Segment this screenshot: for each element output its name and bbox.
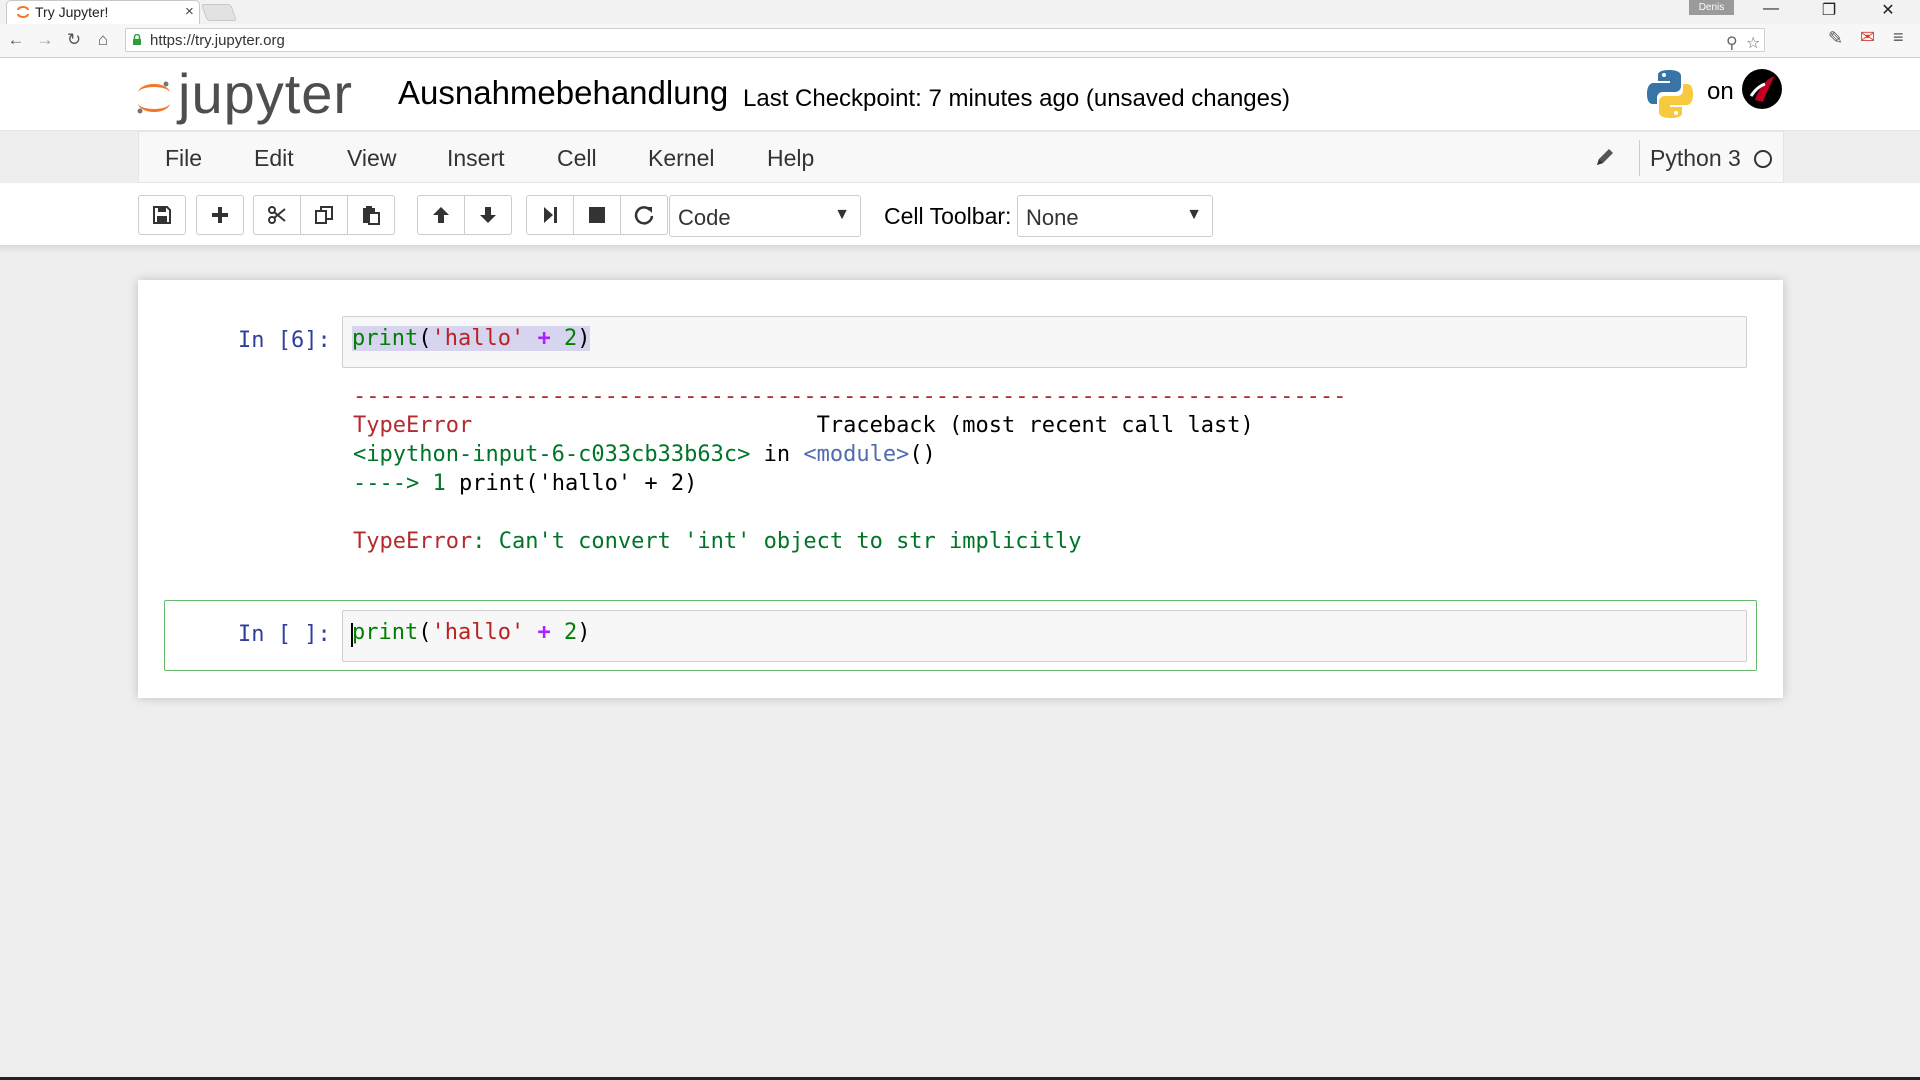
restart-button[interactable] — [620, 195, 668, 235]
cell-type-value: Code — [678, 205, 731, 230]
notebook-header: jupyter Ausnahmebehandlung Last Checkpoi… — [0, 58, 1920, 131]
new-tab-button[interactable] — [200, 4, 238, 21]
edit-pencil-icon[interactable] — [1594, 146, 1616, 168]
back-icon[interactable]: ← — [6, 30, 26, 50]
code-line: print('hallo' + 2) — [352, 620, 591, 645]
save-group — [138, 195, 186, 235]
run-button[interactable] — [526, 195, 574, 235]
main-toolbar: Code ▼ Cell Toolbar: None ▼ — [0, 183, 1920, 245]
on-label: on — [1707, 78, 1734, 105]
browser-menu-icon[interactable]: ≡ — [1893, 27, 1904, 48]
menu-insert[interactable]: Insert — [447, 145, 505, 172]
save-icon — [153, 206, 171, 224]
minimize-icon[interactable]: — — [1756, 0, 1786, 18]
run-group — [526, 195, 668, 235]
cell-prompt: In [ ]: — [238, 622, 331, 647]
forward-icon[interactable]: → — [35, 30, 55, 50]
menubar: File Edit View Insert Cell Kernel Help P… — [138, 131, 1784, 183]
menu-view[interactable]: View — [347, 145, 396, 172]
move-group — [417, 195, 512, 235]
jupyter-favicon-icon — [17, 6, 29, 18]
arrow-down-icon — [480, 207, 496, 223]
address-bar-row: ← → ↻ ⌂ https://try.jupyter.org ⚲ ☆ ✎ ✉ … — [0, 24, 1920, 58]
browser-tab[interactable]: Try Jupyter! × — [6, 0, 200, 24]
menu-edit[interactable]: Edit — [254, 145, 294, 172]
cut-icon — [268, 206, 286, 224]
bookmark-star-icon[interactable]: ☆ — [1746, 33, 1760, 53]
copy-icon — [315, 206, 333, 224]
kernel-status-icon — [1754, 150, 1772, 168]
restore-icon[interactable]: ❐ — [1814, 0, 1844, 20]
header-shadow — [0, 245, 1920, 253]
move-up-button[interactable] — [417, 195, 465, 235]
lock-icon — [133, 34, 141, 45]
notebook-title[interactable]: Ausnahmebehandlung — [398, 74, 728, 112]
copy-button[interactable] — [300, 195, 348, 235]
paste-button[interactable] — [347, 195, 395, 235]
menu-help[interactable]: Help — [767, 145, 814, 172]
cell-toolbar-value: None — [1026, 205, 1079, 230]
menu-kernel[interactable]: Kernel — [648, 145, 714, 172]
text-cursor — [351, 623, 353, 647]
jupyter-logo[interactable]: jupyter — [134, 62, 374, 125]
plus-icon — [212, 207, 228, 223]
cell-toolbar-label: Cell Toolbar: — [884, 203, 1012, 229]
zoom-icon[interactable]: ⚲ — [1726, 33, 1738, 53]
reload-icon[interactable]: ↻ — [64, 30, 84, 50]
code-line: print('hallo' + 2) — [352, 326, 591, 351]
menu-file[interactable]: File — [165, 145, 202, 172]
rackspace-logo-icon — [1742, 69, 1782, 109]
tab-title: Try Jupyter! — [35, 4, 109, 20]
gmail-icon[interactable]: ✉ — [1860, 27, 1875, 48]
move-down-button[interactable] — [464, 195, 512, 235]
url-text: https://try.jupyter.org — [150, 32, 285, 49]
logo-text: jupyter — [178, 62, 354, 125]
code-cell-input[interactable]: print('hallo' + 2) — [342, 316, 1747, 368]
close-window-icon[interactable]: ✕ — [1873, 0, 1903, 20]
cut-button[interactable] — [253, 195, 301, 235]
cell-toolbar-select[interactable]: None ▼ — [1017, 195, 1213, 237]
restart-icon — [634, 206, 654, 225]
kernel-name: Python 3 — [1650, 145, 1741, 171]
error-output: ----------------------------------------… — [353, 384, 1347, 554]
chevron-down-icon: ▼ — [834, 206, 850, 223]
cell-type-select[interactable]: Code ▼ — [669, 195, 861, 237]
tab-close-icon[interactable]: × — [185, 3, 194, 20]
kernel-divider — [1639, 140, 1640, 176]
step-forward-icon — [544, 207, 557, 223]
code-cell-input[interactable]: print('hallo' + 2) — [342, 610, 1747, 662]
paste-icon — [363, 206, 380, 225]
interrupt-button[interactable] — [573, 195, 621, 235]
insert-cell-button[interactable] — [196, 195, 244, 235]
stop-icon — [589, 207, 605, 223]
extension-pen-icon[interactable]: ✎ — [1828, 28, 1843, 49]
python-logo-icon — [1647, 70, 1693, 118]
checkpoint-status: Last Checkpoint: 7 minutes ago (unsaved … — [743, 85, 1290, 112]
browser-tab-bar: Try Jupyter! × Denis — ❐ ✕ — [0, 0, 1920, 24]
chevron-down-icon: ▼ — [1186, 206, 1202, 223]
menu-cell[interactable]: Cell — [557, 145, 597, 172]
url-input[interactable]: https://try.jupyter.org ⚲ ☆ — [125, 28, 1765, 52]
jupyter-logo-icon — [137, 81, 170, 114]
save-button[interactable] — [138, 195, 186, 235]
arrow-up-icon — [433, 207, 449, 223]
home-icon[interactable]: ⌂ — [93, 30, 113, 50]
edit-group — [253, 195, 395, 235]
cell-prompt: In [6]: — [238, 328, 331, 353]
profile-badge[interactable]: Denis — [1689, 0, 1734, 15]
insert-group — [196, 195, 244, 235]
